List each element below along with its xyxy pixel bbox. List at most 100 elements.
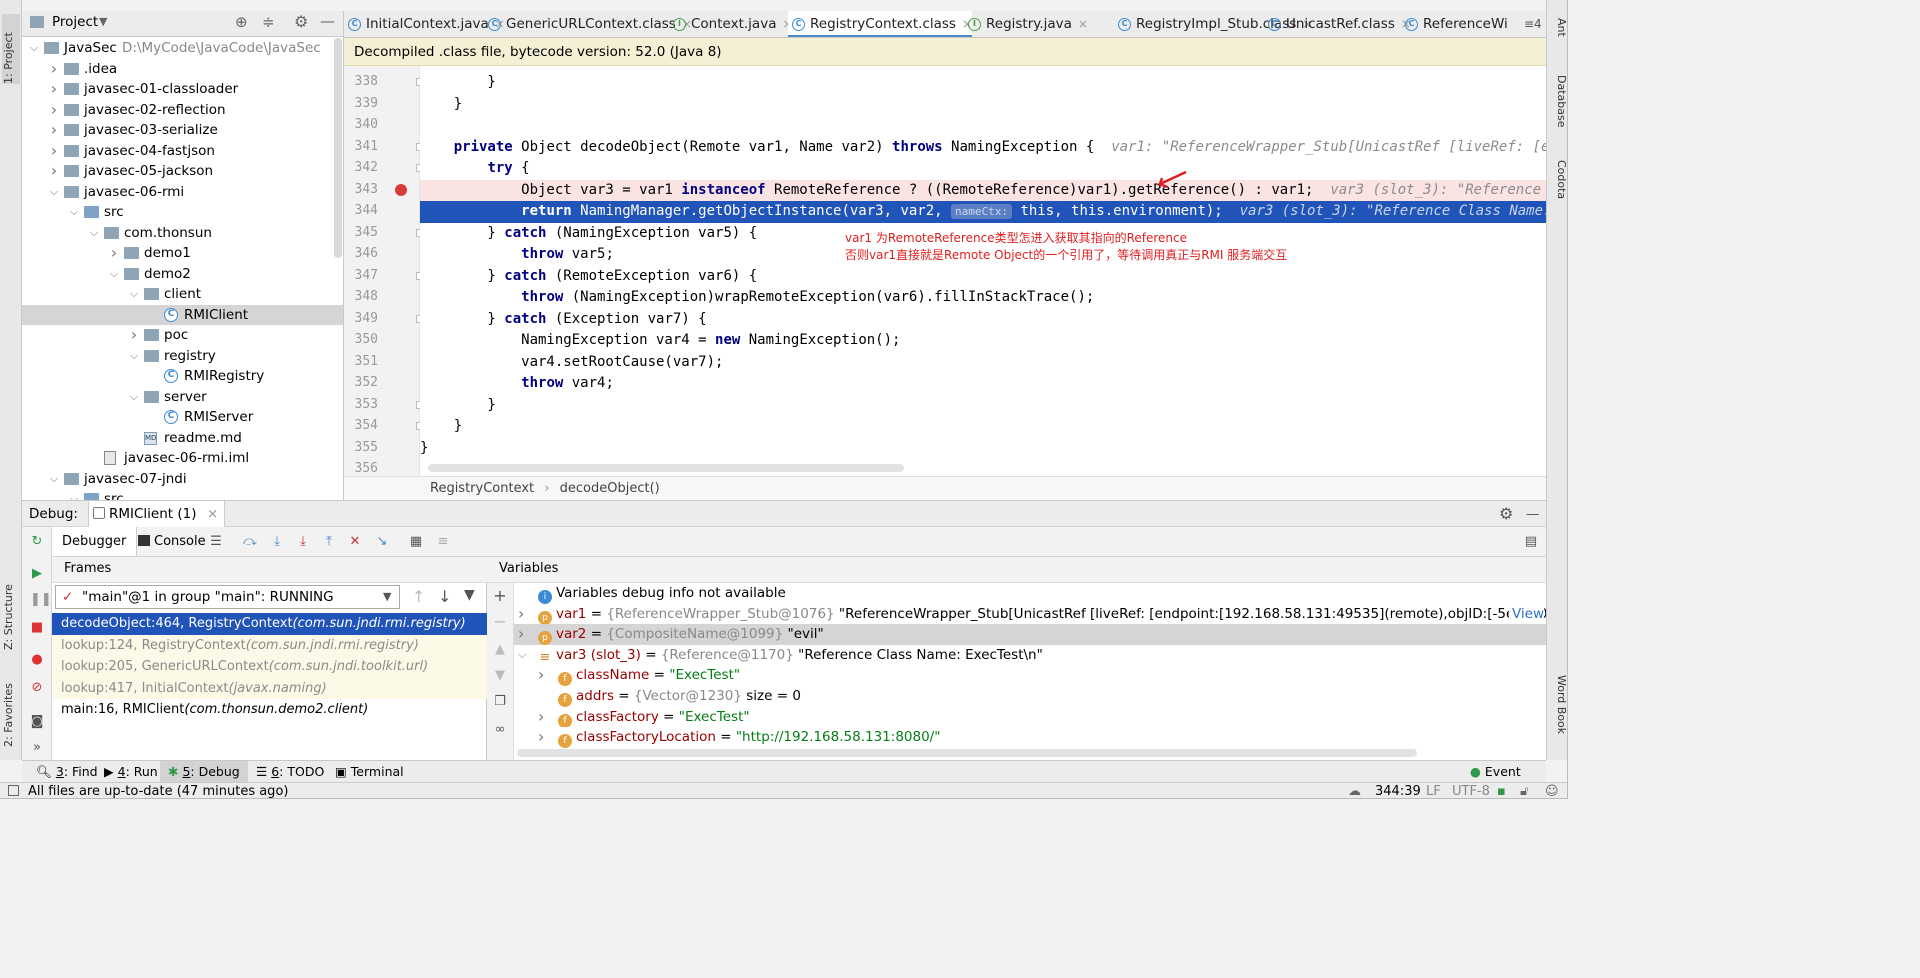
- variable-row[interactable]: ⌵ ≡ var3 (slot_3) = {Reference@1170} "Refe…: [514, 645, 1546, 666]
- tree-item[interactable]: › .idea: [22, 59, 343, 80]
- editor-tab[interactable]: C InitialContext.java ×: [344, 11, 505, 37]
- inspector-icon[interactable]: ☺: [1545, 783, 1559, 798]
- chevron-down-icon[interactable]: ▼: [99, 15, 107, 28]
- show-execution-point-icon[interactable]: ⤼: [243, 535, 257, 549]
- project-panel-title[interactable]: Project: [52, 14, 98, 30]
- tab-run[interactable]: ▶ 4: Run: [96, 761, 166, 783]
- editor-gutter[interactable]: 338 339 340 341 342 343 344 345 346 347 348 349 350 3…: [344, 66, 424, 476]
- tree-item[interactable]: ⌵ client: [22, 284, 343, 305]
- tab-favorites-tool[interactable]: 2: Favorites: [2, 672, 20, 747]
- tab-overflow-button[interactable]: ≡4: [1520, 11, 1542, 37]
- variable-row[interactable]: › p var1 = {ReferenceWrapper_Stub@1076} "R…: [514, 603, 1546, 625]
- chevron-down-icon[interactable]: ⌵: [518, 645, 526, 666]
- line-separator[interactable]: LF: [1426, 783, 1441, 798]
- chevron-right-icon[interactable]: ›: [538, 665, 544, 686]
- tree-item[interactable]: ⌵ javasec-07-jndi: [22, 469, 343, 490]
- chevron-right-icon[interactable]: ›: [48, 100, 60, 121]
- code-line[interactable]: NamingException var4 = new NamingExcepti…: [420, 330, 1546, 352]
- tab-terminal[interactable]: ▣ Terminal: [327, 761, 412, 783]
- tree-item[interactable]: › javasec-01-classloader: [22, 79, 343, 100]
- tree-item[interactable]: ⌵ server: [22, 387, 343, 408]
- tab-codota[interactable]: Codota: [1550, 160, 1567, 220]
- editor-tab[interactable]: C GenericURLContext.class ×: [484, 11, 692, 37]
- editor-tab[interactable]: IContext.java×: [669, 11, 793, 37]
- tab-project-tool[interactable]: 1: Project: [2, 14, 20, 84]
- resume-icon[interactable]: ▶: [30, 567, 44, 581]
- trace-icon[interactable]: ≡: [436, 535, 450, 549]
- tree-item[interactable]: ⌵ src: [22, 202, 343, 223]
- tree-item[interactable]: C RMIRegistry: [22, 366, 343, 387]
- tree-item[interactable]: › demo1: [22, 243, 343, 264]
- code-line[interactable]: } catch (RemoteException var6) {: [420, 266, 1546, 288]
- gear-icon[interactable]: ⚙: [1499, 501, 1513, 527]
- frame-row[interactable]: main:16, RMIClient(com.thonsun.demo2.cli…: [52, 699, 487, 721]
- tree-item[interactable]: › javasec-02-reflection: [22, 100, 343, 121]
- run-to-cursor-icon[interactable]: ↘: [375, 535, 389, 549]
- tasks-icon[interactable]: ☁: [1348, 783, 1361, 798]
- status-toggle-icon[interactable]: [8, 785, 19, 796]
- chevron-down-icon[interactable]: ⌵: [128, 346, 140, 367]
- variable-row[interactable]: › f classFactory = "ExecTest": [514, 707, 1546, 728]
- chevron-right-icon[interactable]: ›: [48, 59, 60, 80]
- previous-frame-icon[interactable]: ↑: [412, 587, 425, 606]
- thread-select[interactable]: ✓ "main"@1 in group "main": RUNNING ▼: [55, 585, 400, 609]
- code-line[interactable]: }: [420, 94, 1546, 116]
- code-line[interactable]: }: [420, 72, 1546, 94]
- frame-row[interactable]: lookup:417, InitialContext(javax.naming): [52, 677, 487, 699]
- tree-item[interactable]: javasec-06-rmi.iml: [22, 448, 343, 469]
- collapse-all-icon[interactable]: ≑: [262, 13, 275, 31]
- next-frame-icon[interactable]: ↓: [438, 587, 451, 606]
- tree-item[interactable]: C RMIServer: [22, 407, 343, 428]
- frame-row[interactable]: lookup:124, RegistryContext(com.sun.jndi…: [52, 634, 487, 656]
- chevron-right-icon[interactable]: ›: [48, 161, 60, 182]
- step-over-icon[interactable]: ⤓: [270, 535, 284, 549]
- tree-item[interactable]: ⌵ javasec-06-rmi: [22, 182, 343, 203]
- code-line[interactable]: throw var4;: [420, 373, 1546, 395]
- debugger-tab[interactable]: Debugger: [52, 527, 138, 556]
- code-line[interactable]: }: [420, 438, 1546, 460]
- tree-item[interactable]: › poc: [22, 325, 343, 346]
- chevron-down-icon[interactable]: ⌵: [48, 469, 60, 490]
- minimize-icon[interactable]: —: [1526, 501, 1540, 527]
- tree-item[interactable]: › javasec-05-jackson: [22, 161, 343, 182]
- chevron-right-icon[interactable]: ›: [518, 604, 524, 625]
- code-editor[interactable]: } } private Object decodeObject(Remote v…: [420, 66, 1546, 476]
- file-encoding[interactable]: UTF-8: [1452, 783, 1490, 798]
- breakpoint-icon[interactable]: [395, 183, 407, 196]
- console-tab[interactable]: Console: [134, 527, 212, 556]
- chevron-down-icon[interactable]: ⌵: [128, 284, 140, 305]
- code-line[interactable]: }: [420, 416, 1546, 438]
- tree-item[interactable]: ⌵ src: [22, 489, 343, 500]
- rerun-icon[interactable]: ↻: [30, 535, 44, 549]
- tree-item[interactable]: › javasec-03-serialize: [22, 120, 343, 141]
- lock-icon[interactable]: 🔓︎: [1520, 783, 1528, 798]
- code-line[interactable]: private Object decodeObject(Remote var1,…: [420, 137, 1546, 159]
- chevron-right-icon[interactable]: ›: [538, 727, 544, 748]
- debug-session-tab[interactable]: RMIClient (1) ×: [88, 501, 226, 527]
- chevron-down-icon[interactable]: ⌵: [68, 489, 80, 500]
- tab-debug[interactable]: ✱ 5: Debug: [160, 761, 248, 783]
- chevron-right-icon[interactable]: ›: [518, 624, 524, 645]
- step-out-icon[interactable]: ⤒: [322, 535, 336, 549]
- code-line[interactable]: [420, 115, 1546, 137]
- variable-row[interactable]: i Variables debug info not available: [514, 583, 1546, 604]
- camera-icon[interactable]: ◙: [30, 715, 44, 729]
- tree-item[interactable]: ⌵ demo2: [22, 264, 343, 285]
- view-breakpoints-icon[interactable]: ●: [30, 653, 44, 667]
- chevron-down-icon[interactable]: ⌵: [88, 223, 100, 244]
- pause-icon[interactable]: ❚❚: [30, 593, 52, 607]
- editor-tab[interactable]: C UnicastRef.class ×: [1264, 11, 1411, 37]
- gear-icon[interactable]: ⚙: [294, 12, 308, 31]
- tree-item[interactable]: C RMIClient: [22, 304, 343, 325]
- locate-icon[interactable]: ⊕: [235, 13, 248, 31]
- code-line[interactable]: }: [420, 395, 1546, 417]
- restore-layout-icon[interactable]: ▤: [1524, 535, 1538, 549]
- breadcrumb-class[interactable]: RegistryContext: [430, 481, 534, 496]
- evaluate-icon[interactable]: ▦: [409, 535, 423, 549]
- project-scrollbar[interactable]: [334, 38, 342, 258]
- code-line[interactable]: throw (NamingException)wrapRemoteExcepti…: [420, 287, 1546, 309]
- tab-word-book[interactable]: Word Book: [1550, 675, 1567, 755]
- chevron-right-icon[interactable]: ›: [128, 325, 140, 346]
- tree-item[interactable]: MD readme.md: [22, 428, 343, 449]
- close-icon[interactable]: ×: [1078, 17, 1088, 31]
